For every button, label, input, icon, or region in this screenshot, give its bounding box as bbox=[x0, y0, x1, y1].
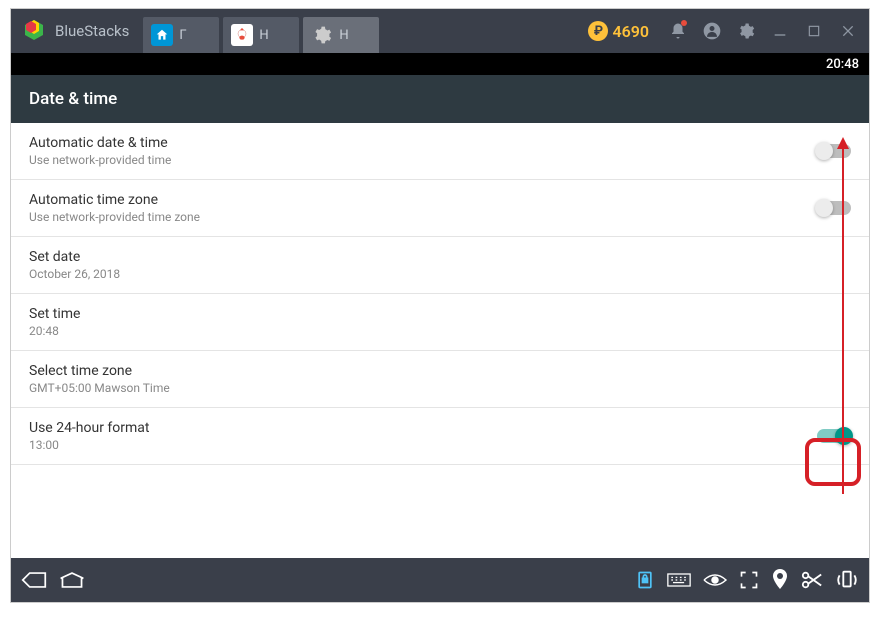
setting-title: Automatic time zone bbox=[29, 192, 200, 208]
setting-subtitle: 20:48 bbox=[29, 324, 80, 338]
bluestacks-logo-icon bbox=[21, 18, 47, 44]
scissors-icon[interactable] bbox=[801, 570, 823, 590]
android-status-bar: 20:48 bbox=[11, 53, 869, 75]
setting-automatic-time-zone[interactable]: Automatic time zone Use network-provided… bbox=[11, 180, 869, 237]
minimize-icon[interactable] bbox=[765, 16, 795, 46]
setting-subtitle: Use network-provided time bbox=[29, 153, 171, 167]
page-title: Date & time bbox=[29, 89, 117, 109]
setting-set-date[interactable]: Set date October 26, 2018 bbox=[11, 237, 869, 294]
maximize-icon[interactable] bbox=[799, 16, 829, 46]
annotation-arrow-line bbox=[842, 144, 844, 494]
settings-list: Automatic date & time Use network-provid… bbox=[11, 123, 869, 558]
gear-icon[interactable] bbox=[731, 16, 761, 46]
close-icon[interactable] bbox=[833, 16, 863, 46]
shake-icon[interactable] bbox=[835, 569, 859, 591]
eye-icon[interactable] bbox=[703, 572, 727, 588]
home-icon[interactable] bbox=[59, 570, 85, 590]
toggle-switch[interactable] bbox=[817, 429, 851, 443]
points-display[interactable]: ₽ 4690 bbox=[588, 21, 649, 41]
tab-label: Н bbox=[339, 28, 348, 43]
setting-title: Select time zone bbox=[29, 363, 170, 379]
setting-subtitle: GMT+05:00 Mawson Time bbox=[29, 381, 170, 395]
bluestacks-title-bar: BlueStacks Г Н Н ₽ 4690 bbox=[11, 9, 869, 53]
setting-automatic-date-time[interactable]: Automatic date & time Use network-provid… bbox=[11, 123, 869, 180]
app-title: BlueStacks bbox=[55, 22, 129, 40]
lock-rotation-icon[interactable] bbox=[635, 570, 655, 590]
location-icon[interactable] bbox=[771, 569, 789, 591]
android-nav-bar bbox=[11, 558, 869, 602]
tab-label: Н bbox=[259, 28, 268, 43]
tab-app-1[interactable]: Н bbox=[223, 17, 299, 53]
tab-settings[interactable]: Н bbox=[303, 17, 379, 53]
tab-label: Г bbox=[179, 28, 186, 43]
setting-subtitle: October 26, 2018 bbox=[29, 267, 120, 281]
setting-title: Automatic date & time bbox=[29, 135, 171, 151]
keyboard-icon[interactable] bbox=[667, 572, 691, 588]
setting-set-time[interactable]: Set time 20:48 bbox=[11, 294, 869, 351]
setting-select-time-zone[interactable]: Select time zone GMT+05:00 Mawson Time bbox=[11, 351, 869, 408]
tab-home[interactable]: Г bbox=[143, 17, 219, 53]
setting-title: Set time bbox=[29, 306, 80, 322]
settings-header: Date & time bbox=[11, 75, 869, 123]
back-icon[interactable] bbox=[21, 570, 47, 590]
setting-subtitle: 13:00 bbox=[29, 438, 150, 452]
points-coin-icon: ₽ bbox=[588, 21, 608, 41]
setting-24-hour-format[interactable]: Use 24-hour format 13:00 bbox=[11, 408, 869, 465]
fullscreen-icon[interactable] bbox=[739, 570, 759, 590]
gear-icon bbox=[311, 24, 333, 46]
toggle-switch[interactable] bbox=[817, 201, 851, 215]
setting-title: Use 24-hour format bbox=[29, 420, 150, 436]
home-icon bbox=[151, 24, 173, 46]
notification-bell-icon[interactable] bbox=[663, 16, 693, 46]
setting-subtitle: Use network-provided time zone bbox=[29, 210, 200, 224]
annotation-arrow-head bbox=[837, 137, 849, 149]
app-icon bbox=[231, 24, 253, 46]
setting-title: Set date bbox=[29, 249, 120, 265]
user-circle-icon[interactable] bbox=[697, 16, 727, 46]
points-value: 4690 bbox=[612, 22, 649, 41]
status-time: 20:48 bbox=[826, 57, 859, 72]
